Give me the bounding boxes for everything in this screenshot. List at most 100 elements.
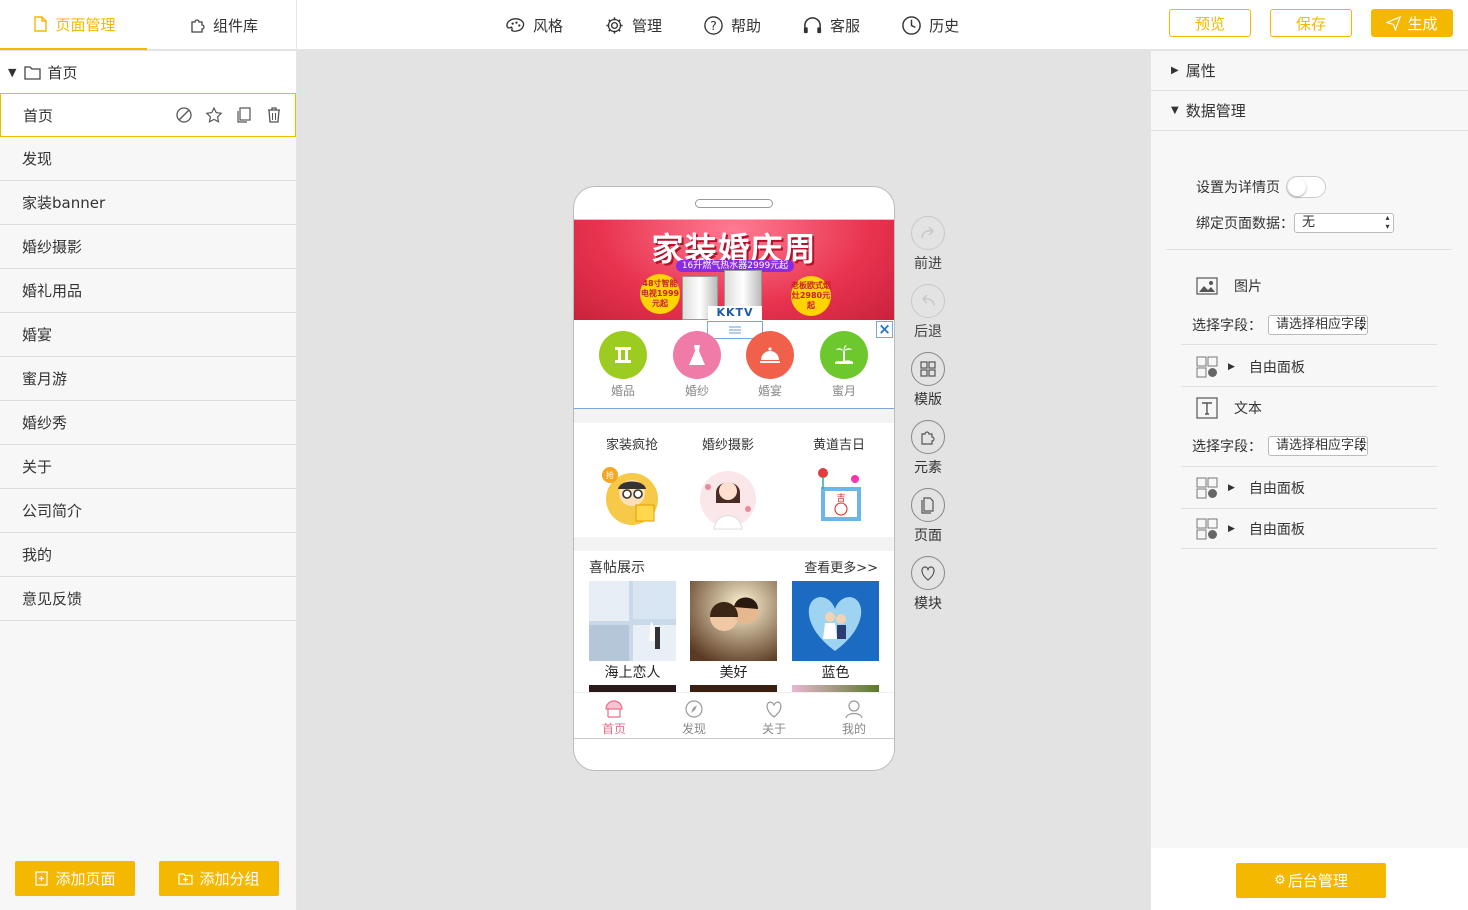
phone-tab-about[interactable]: 关于 — [734, 699, 814, 737]
element-tool[interactable]: 元素 — [906, 420, 950, 488]
nav-manage[interactable]: 管理 — [604, 15, 662, 36]
category-circle — [820, 331, 868, 379]
page-item[interactable]: 首页 — [0, 93, 296, 137]
trash-icon[interactable] — [265, 106, 283, 124]
shopping-boy-image: 抢 — [602, 467, 658, 525]
collapse-triangle-icon[interactable]: ▼ — [8, 66, 16, 79]
phone-tab-home[interactable]: 首页 — [574, 699, 654, 737]
tab-component-library[interactable]: 组件库 — [150, 0, 297, 50]
page-tool[interactable]: 页面 — [906, 488, 950, 556]
nav-history[interactable]: 历史 — [901, 15, 959, 36]
page-item-label: 蜜月游 — [22, 370, 68, 388]
page-item[interactable]: 婚纱摄影 — [0, 225, 296, 269]
page-item-label: 婚礼用品 — [22, 282, 83, 300]
text-field-select[interactable]: 请选择相应字段 — [1268, 436, 1368, 456]
tab-page-management[interactable]: 页面管理 — [0, 0, 147, 50]
section-data-management[interactable]: ▼ 数据管理 — [1151, 91, 1468, 131]
send-icon — [1386, 15, 1402, 31]
category-circle — [599, 331, 647, 379]
feature-item[interactable]: 婚纱摄影 — [675, 423, 781, 535]
compass-icon — [685, 700, 703, 718]
image-field-row: 选择字段： 请选择相应字段 — [1192, 315, 1368, 335]
category-item[interactable]: 婚品 — [593, 331, 653, 399]
nav-help[interactable]: ? 帮助 — [703, 15, 761, 36]
page-item-label: 关于 — [22, 458, 53, 476]
section-divider — [574, 537, 894, 551]
left-panel-tabs: 页面管理 组件库 — [0, 0, 297, 50]
generate-button[interactable]: 生成 — [1371, 9, 1453, 37]
free-panel-row[interactable]: ▶ 自由面板 — [1196, 518, 1305, 540]
redo-icon — [921, 226, 935, 239]
phone-tab-bar: 首页 发现 关于 我的 — [574, 692, 894, 738]
page-item-label: 婚纱秀 — [22, 414, 68, 432]
free-panel-row[interactable]: ▶ 自由面板 — [1196, 356, 1305, 378]
feature-item[interactable]: 黄道吉日 吉 — [786, 423, 892, 535]
free-panel-row[interactable]: ▶ 自由面板 — [1196, 477, 1305, 499]
top-bar: 页面管理 组件库 风格 管理 ? 帮助 客服 历史 预览 保存 生成 — [0, 0, 1468, 50]
divider — [1181, 466, 1437, 467]
copy-icon[interactable] — [235, 106, 253, 124]
bind-data-select[interactable]: 无 — [1294, 213, 1394, 233]
nav-style[interactable]: 风格 — [505, 15, 563, 36]
category-item[interactable]: 婚纱 — [667, 331, 727, 399]
text-field-row: 选择字段： 请选择相应字段 — [1192, 436, 1368, 456]
group-label: 首页 — [47, 63, 78, 82]
bride-image — [700, 471, 756, 530]
page-item-label: 婚纱摄影 — [22, 238, 83, 256]
page-item-label: 首页 — [23, 106, 54, 125]
image-icon — [1196, 277, 1218, 295]
nav-customer-service[interactable]: 客服 — [802, 15, 860, 36]
page-item-label: 意见反馈 — [22, 590, 83, 608]
save-button[interactable]: 保存 — [1270, 9, 1352, 37]
image-row: 图片 — [1196, 275, 1262, 297]
image-field-select[interactable]: 请选择相应字段 — [1268, 315, 1368, 335]
folder-icon — [24, 65, 42, 80]
showcase-title: 喜帖展示 — [589, 560, 645, 576]
palette-icon — [506, 17, 525, 32]
preview-button[interactable]: 预览 — [1169, 9, 1251, 37]
backend-management-button[interactable]: ⚙ 后台管理 — [1236, 863, 1386, 898]
phone-tab-mine[interactable]: 我的 — [814, 699, 894, 737]
detail-page-toggle[interactable] — [1286, 176, 1326, 198]
dress-icon — [689, 345, 705, 365]
puzzle-icon — [921, 431, 935, 445]
divider — [1166, 249, 1452, 250]
showcase-photo[interactable] — [589, 581, 676, 661]
page-group[interactable]: ▼ 首页 — [0, 51, 296, 93]
page-item[interactable]: 婚礼用品 — [0, 269, 296, 313]
page-item[interactable]: 发现 — [0, 137, 296, 181]
redo-tool[interactable]: 前进 — [906, 216, 950, 284]
add-folder-icon — [178, 873, 194, 885]
page-item[interactable]: 我的 — [0, 533, 296, 577]
category-item[interactable]: 蜜月 — [814, 331, 874, 399]
page-item[interactable]: 公司简介 — [0, 489, 296, 533]
add-group-button[interactable]: 添加分组 — [159, 861, 279, 896]
page-item[interactable]: 家装banner — [0, 181, 296, 225]
section-properties[interactable]: ▶ 属性 — [1151, 51, 1468, 91]
page-item[interactable]: 蜜月游 — [0, 357, 296, 401]
phone-preview: 家装婚庆周 16升燃气热水器2999元起 48寸智能电视1999元起 老板欧式烟… — [573, 186, 895, 771]
banner-badge-right: 老板欧式烟灶2980元起 — [791, 276, 831, 316]
bind-data-row: 绑定页面数据： 无 — [1196, 213, 1394, 233]
calendar-image: 吉 — [818, 468, 861, 521]
showcase-photo[interactable] — [792, 581, 879, 661]
phone-tab-discover[interactable]: 发现 — [654, 699, 734, 737]
page-item[interactable]: 意见反馈 — [0, 577, 296, 621]
feature-item[interactable]: 家装疯抢 抢 — [579, 423, 685, 535]
feature-row: 家装疯抢 抢 婚纱摄影 黄道吉日 吉 — [574, 423, 894, 537]
page-item[interactable]: 婚纱秀 — [0, 401, 296, 445]
add-page-icon — [35, 871, 49, 886]
banner[interactable]: 家装婚庆周 16升燃气热水器2999元起 48寸智能电视1999元起 老板欧式烟… — [574, 220, 894, 320]
star-icon[interactable] — [205, 106, 223, 124]
module-tool[interactable]: 模块 — [906, 556, 950, 624]
template-tool[interactable]: 模版 — [906, 352, 950, 420]
showcase-more-link[interactable]: 查看更多>> — [804, 557, 878, 576]
category-item[interactable]: 婚宴 — [740, 331, 800, 399]
page-item[interactable]: 婚宴 — [0, 313, 296, 357]
hide-icon[interactable] — [175, 106, 193, 124]
page-list: 首页发现 家装banner 婚纱摄影婚礼用品婚宴蜜月游婚纱秀关于公司简介 我的意见反馈 — [0, 93, 296, 621]
showcase-photo[interactable] — [690, 581, 777, 661]
undo-tool[interactable]: 后退 — [906, 284, 950, 352]
add-page-button[interactable]: 添加页面 — [15, 861, 135, 896]
page-item[interactable]: 关于 — [0, 445, 296, 489]
